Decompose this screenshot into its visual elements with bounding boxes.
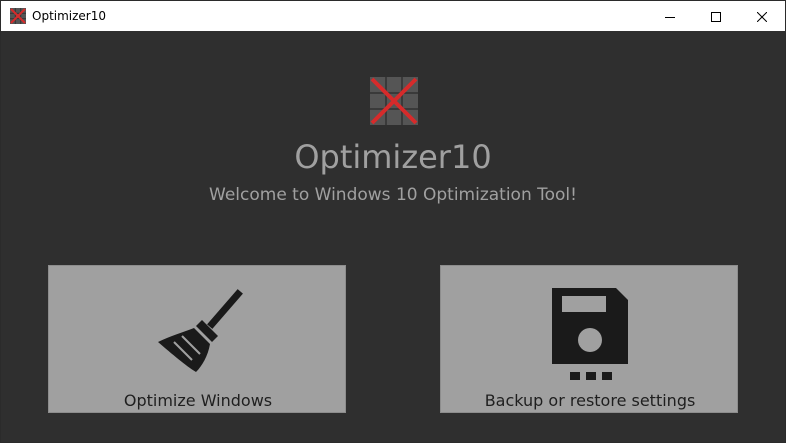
broom-icon xyxy=(150,286,246,382)
minimize-icon xyxy=(665,7,675,26)
main-content: Optimizer10 Welcome to Windows 10 Optimi… xyxy=(1,31,785,442)
app-logo-small-icon xyxy=(10,8,26,24)
title-bar[interactable]: Optimizer10 xyxy=(1,1,785,31)
welcome-message: Welcome to Windows 10 Optimization Tool! xyxy=(209,185,577,205)
window-title: Optimizer10 xyxy=(32,9,107,23)
app-title: Optimizer10 xyxy=(294,138,492,176)
backup-restore-label: Backup or restore settings xyxy=(484,391,696,410)
optimize-windows-button[interactable]: Optimize Windows xyxy=(48,265,346,413)
floppy-disk-icon xyxy=(542,286,638,382)
app-logo-icon xyxy=(370,77,418,125)
optimize-windows-label: Optimize Windows xyxy=(123,391,273,410)
close-icon xyxy=(756,7,768,26)
minimize-button[interactable] xyxy=(647,1,693,31)
app-window: Optimizer10 Optimizer10 Welcome to Windo… xyxy=(0,0,786,443)
maximize-icon xyxy=(711,7,721,26)
maximize-button[interactable] xyxy=(693,1,739,31)
backup-restore-button[interactable]: Backup or restore settings xyxy=(440,265,738,413)
close-button[interactable] xyxy=(739,1,785,31)
